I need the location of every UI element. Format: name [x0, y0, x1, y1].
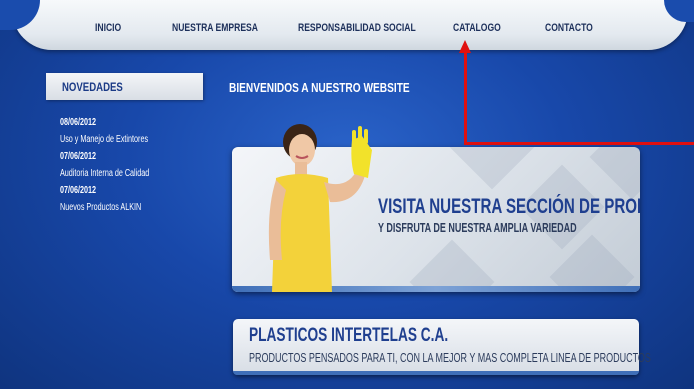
banner-subtitle: Y DISFRUTA DE NUESTRA AMPLIA VARIEDAD [378, 221, 577, 235]
nav-catalogo[interactable]: CATALOGO [453, 22, 501, 34]
annotation-arrow-line [464, 142, 694, 145]
novedad-link[interactable]: Uso y Manejo de Extintores [60, 134, 148, 145]
nav-inicio[interactable]: INICIO [95, 22, 121, 34]
novedad-date: 07/06/2012 [60, 151, 97, 162]
nav-contacto[interactable]: CONTACTO [545, 22, 593, 34]
novedad-link[interactable]: Auditoria Interna de Calidad [60, 168, 149, 179]
annotation-arrow-shaft [464, 52, 467, 145]
novedades-header: NOVEDADES [46, 73, 203, 100]
company-bottom-strip [233, 371, 639, 375]
novedad-link[interactable]: Nuevos Productos ALKIN [60, 202, 141, 213]
novedad-date: 08/06/2012 [60, 117, 97, 128]
company-bar: PLASTICOS INTERTELAS C.A. PRODUCTOS PENS… [233, 319, 651, 375]
company-name: PLASTICOS INTERTELAS C.A. [249, 325, 449, 346]
banner-decoration [409, 239, 495, 292]
welcome-heading: BIENVENIDOS A NUESTRO WEBSITE [229, 80, 410, 95]
annotation-arrow-head-icon [459, 40, 471, 53]
main-nav: INICIO NUESTRA EMPRESA RESPONSABILIDAD S… [0, 0, 694, 50]
nav-responsabilidad-social[interactable]: RESPONSABILIDAD SOCIAL [298, 22, 416, 34]
woman-figure-image [268, 124, 372, 292]
banner-decoration [449, 147, 535, 190]
banner-title: VISITA NUESTRA SECCIÓN DE PRODUCTOS [378, 195, 640, 218]
novedad-date: 07/06/2012 [60, 185, 97, 196]
banner-decoration [589, 147, 640, 200]
nav-nuestra-empresa[interactable]: NUESTRA EMPRESA [172, 22, 258, 34]
company-tagline: PRODUCTOS PENSADOS PARA TI, CON LA MEJOR… [249, 351, 651, 365]
novedades-title: NOVEDADES [62, 80, 123, 94]
